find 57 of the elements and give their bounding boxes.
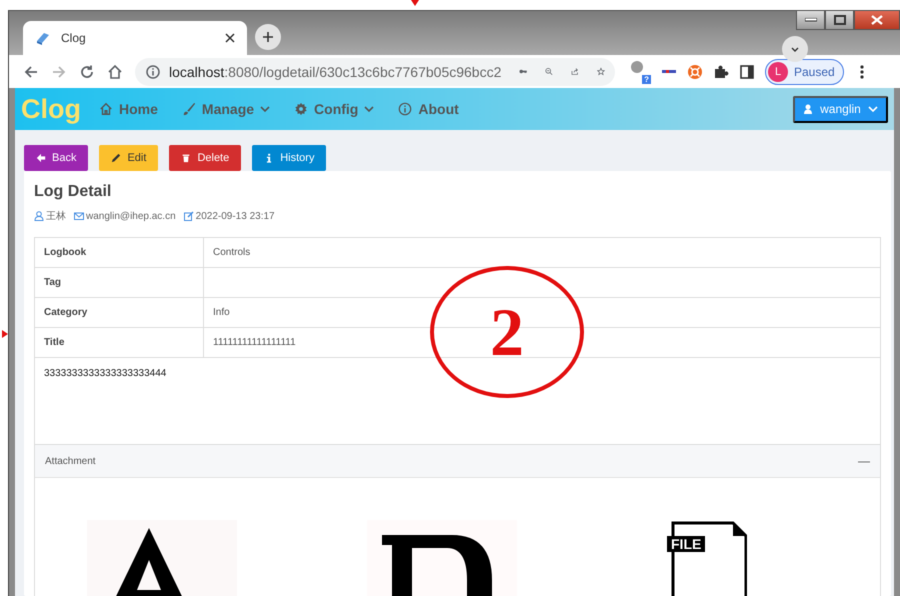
- nav-link[interactable]: Home: [99, 101, 158, 117]
- new-tab-button[interactable]: [255, 24, 281, 50]
- marker-icon: [2, 330, 10, 338]
- author-name: 王林: [46, 210, 66, 223]
- book-icon: [35, 30, 51, 46]
- user-menu-button[interactable]: wanglin: [793, 96, 888, 122]
- action-button[interactable]: History: [252, 145, 326, 171]
- marker-icon: [411, 0, 419, 8]
- mail-icon: [74, 211, 84, 221]
- trash-icon: [181, 153, 192, 163]
- field-label: Title: [34, 328, 204, 358]
- back-arrow-icon[interactable]: [23, 64, 39, 80]
- edit-icon: [184, 211, 194, 221]
- tab-search-button[interactable]: [782, 36, 808, 62]
- side-panel-icon[interactable]: [739, 64, 755, 80]
- address-bar[interactable]: localhost:8080/logdetail/630c13c6bc7767b05c96bcc2: [135, 58, 615, 86]
- nav-link[interactable]: About: [398, 101, 459, 117]
- profile-button[interactable]: L Paused: [765, 58, 844, 84]
- maximize-icon: [834, 15, 846, 25]
- log-title: Log Detail: [34, 183, 112, 201]
- home-icon[interactable]: [107, 64, 123, 80]
- info-icon[interactable]: [145, 64, 161, 80]
- reload-icon[interactable]: [79, 64, 95, 80]
- log-date: 2022-09-13 23:17: [196, 210, 275, 222]
- brush-icon: [182, 102, 196, 116]
- close-button[interactable]: [854, 10, 900, 30]
- chevron-down-icon: [868, 104, 878, 114]
- home-icon: [99, 102, 113, 116]
- field-label: Logbook: [34, 238, 204, 268]
- field-label: Tag: [34, 268, 204, 298]
- url-text: localhost:8080/logdetail/630c13c6bc7767b05c96bcc2: [169, 64, 502, 80]
- action-button[interactable]: Delete: [169, 145, 242, 171]
- action-button[interactable]: Back: [24, 145, 88, 171]
- action-button[interactable]: Edit: [99, 145, 158, 171]
- nav-link[interactable]: Manage: [182, 101, 270, 117]
- minimize-button[interactable]: [796, 10, 825, 30]
- nav-link[interactable]: Config: [294, 101, 374, 117]
- attachment-title: Attachment: [45, 456, 96, 466]
- gear-icon: [294, 102, 308, 116]
- tab-title: Clog: [61, 31, 87, 45]
- user-icon: [803, 104, 813, 114]
- author-email: wanglin@ihep.ac.cn: [86, 210, 176, 222]
- info-icon: [398, 102, 412, 116]
- arrow-left-icon: [36, 153, 46, 163]
- browser-tab[interactable]: Clog: [23, 21, 247, 55]
- close-icon[interactable]: [225, 33, 235, 43]
- user-icon: [34, 211, 44, 221]
- lifebuoy-icon[interactable]: [687, 64, 703, 80]
- puzzle-icon[interactable]: [713, 64, 729, 80]
- plus-icon: [263, 32, 273, 42]
- field-value: Controls: [204, 238, 880, 268]
- minimize-icon: [804, 18, 816, 22]
- maximize-button[interactable]: [825, 10, 854, 30]
- collapse-button[interactable]: —: [858, 454, 870, 468]
- field-label: Category: [34, 298, 204, 328]
- close-icon: [871, 15, 883, 25]
- pencil-icon: [111, 153, 122, 163]
